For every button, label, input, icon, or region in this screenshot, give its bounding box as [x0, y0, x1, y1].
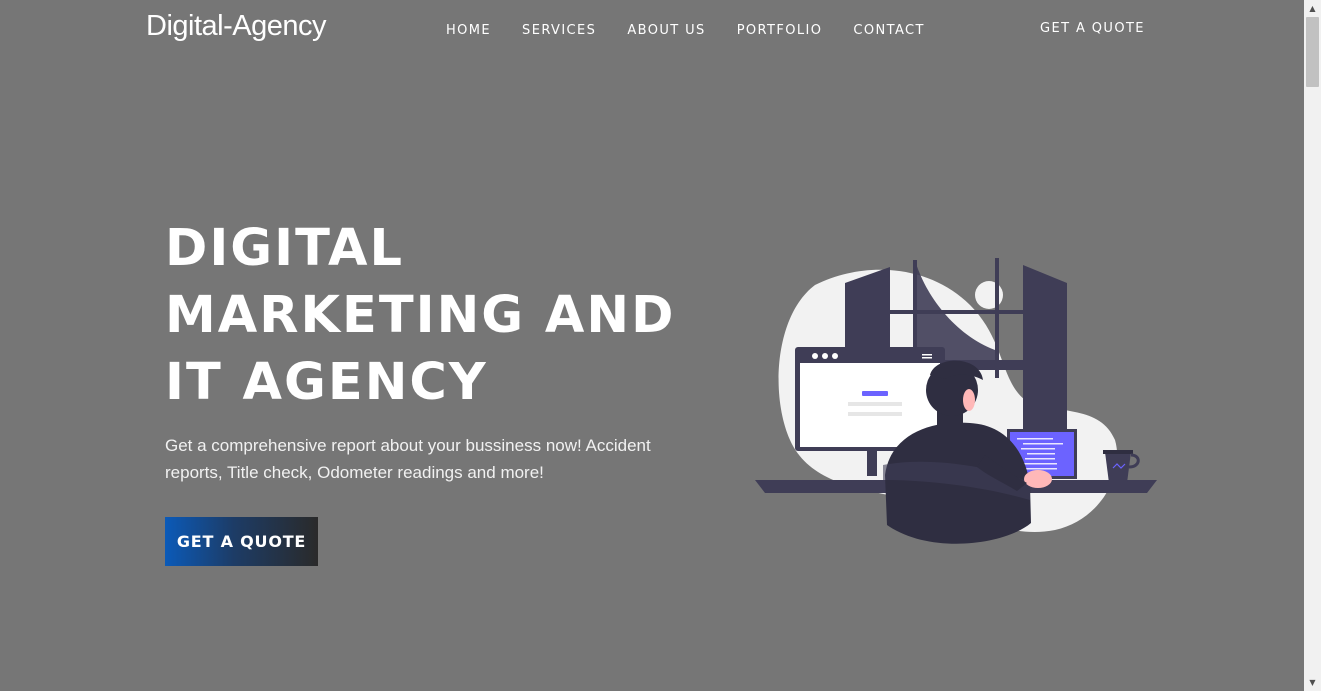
get-quote-button[interactable]: GET A QUOTE	[165, 517, 318, 566]
nav-get-quote-link[interactable]: GET A QUOTE	[1040, 21, 1145, 36]
scroll-down-icon[interactable]: ▼	[1304, 674, 1321, 691]
nav-link-home[interactable]: HOME	[446, 23, 491, 38]
nav-link-services[interactable]: SERVICES	[522, 23, 596, 38]
nav-item-portfolio: PORTFOLIO	[737, 21, 823, 39]
hero-title: DIGITAL MARKETING AND IT AGENCY	[165, 215, 685, 416]
hero-title-line-2: MARKETING AND	[165, 286, 676, 345]
nav-link-portfolio[interactable]: PORTFOLIO	[737, 23, 823, 38]
developer-at-desk-illustration	[755, 258, 1157, 544]
nav-item-home: HOME	[446, 21, 491, 39]
page: Digital-Agency HOME SERVICES ABOUT US PO…	[0, 0, 1304, 691]
scroll-thumb[interactable]	[1306, 17, 1319, 87]
vertical-scrollbar[interactable]: ▲ ▼	[1304, 0, 1321, 691]
scroll-up-icon[interactable]: ▲	[1304, 0, 1321, 17]
brand-logo[interactable]: Digital-Agency	[146, 10, 326, 43]
main-nav: HOME SERVICES ABOUT US PORTFOLIO CONTACT	[446, 21, 925, 39]
nav-item-about: ABOUT US	[627, 21, 705, 39]
nav-link-about[interactable]: ABOUT US	[627, 23, 705, 38]
hero-title-line-1: DIGITAL	[165, 219, 404, 278]
nav-item-services: SERVICES	[522, 21, 596, 39]
nav-link-contact[interactable]: CONTACT	[853, 23, 924, 38]
hero-title-line-3: IT AGENCY	[165, 353, 488, 412]
nav-item-contact: CONTACT	[853, 21, 924, 39]
hero-description: Get a comprehensive report about your bu…	[165, 436, 651, 482]
